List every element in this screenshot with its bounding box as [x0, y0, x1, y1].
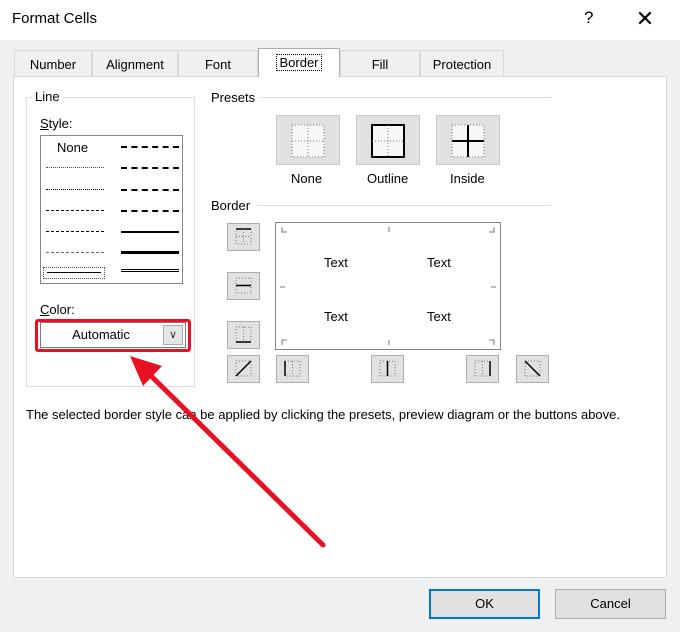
- border-center-button[interactable]: [371, 355, 404, 383]
- preset-none-button[interactable]: [276, 115, 340, 165]
- preset-none-label: None: [291, 171, 323, 186]
- style-dash-dot-option[interactable]: [46, 231, 104, 232]
- tab-number[interactable]: Number: [14, 50, 92, 77]
- style-medium-dash-dot-option[interactable]: [121, 189, 179, 191]
- border-bottom-button[interactable]: [227, 321, 260, 349]
- style-none-option[interactable]: None: [57, 140, 88, 155]
- border-left-icon: [284, 360, 301, 377]
- presets-label: Presets: [211, 90, 256, 105]
- style-dotted-option[interactable]: [46, 189, 104, 190]
- tab-label: Alignment: [106, 57, 164, 72]
- style-thick-option[interactable]: [121, 251, 179, 254]
- style-thin-selected-option[interactable]: [43, 267, 105, 279]
- style-medium-dashed-option[interactable]: [121, 210, 179, 212]
- cancel-button[interactable]: Cancel: [555, 589, 666, 619]
- border-top-icon: [235, 228, 252, 245]
- preview-text: Text: [324, 255, 348, 270]
- border-label: Border: [211, 198, 251, 213]
- tab-protection[interactable]: Protection: [420, 50, 504, 77]
- border-top-button[interactable]: [227, 223, 260, 251]
- tab-alignment[interactable]: Alignment: [92, 50, 178, 77]
- border-left-button[interactable]: [276, 355, 309, 383]
- preset-outline-button[interactable]: [356, 115, 420, 165]
- ok-button[interactable]: OK: [429, 589, 540, 619]
- tab-label: Number: [29, 57, 77, 72]
- border-inside-vertical-icon: [379, 360, 396, 377]
- style-thin-line: [47, 272, 101, 273]
- dialog-title: Format Cells: [12, 10, 98, 27]
- close-button[interactable]: ✕: [630, 6, 660, 32]
- preset-inside-label: Inside: [450, 171, 485, 186]
- tab-border[interactable]: Border: [258, 48, 340, 77]
- tab-label: Font: [204, 57, 231, 72]
- border-preview[interactable]: Text Text Text Text: [275, 222, 501, 350]
- preview-text: Text: [324, 309, 348, 324]
- tab-label: Protection: [432, 57, 492, 72]
- preset-inside-icon: [451, 124, 485, 158]
- color-label: Color:: [40, 302, 75, 317]
- tab-fill[interactable]: Fill: [340, 50, 420, 77]
- style-label: Style:: [40, 116, 73, 131]
- border-right-icon: [474, 360, 491, 377]
- preview-corner-marks: [280, 227, 496, 345]
- preset-outline-icon: [371, 124, 405, 158]
- style-dashed-option[interactable]: [46, 252, 104, 253]
- border-inside-horizontal-icon: [235, 277, 252, 294]
- title-bar: [0, 0, 680, 40]
- tab-font[interactable]: Font: [178, 50, 258, 77]
- preset-inside-button[interactable]: [436, 115, 500, 165]
- preset-none-icon: [291, 124, 325, 158]
- border-diagonal-up-button[interactable]: [227, 355, 260, 383]
- preview-text: Text: [427, 309, 451, 324]
- border-diagonal-down-button[interactable]: [516, 355, 549, 383]
- border-bottom-icon: [235, 326, 252, 343]
- border-middle-button[interactable]: [227, 272, 260, 300]
- line-group-label: Line: [32, 89, 63, 104]
- style-dash-dot-dot-option[interactable]: [46, 210, 104, 211]
- tab-label: Fill: [371, 57, 389, 72]
- diagonal-down-icon: [524, 360, 541, 377]
- style-double-option[interactable]: [121, 269, 179, 272]
- border-right-button[interactable]: [466, 355, 499, 383]
- border-divider: [257, 205, 551, 206]
- highlight-box: [35, 319, 191, 352]
- tab-label: Border: [276, 54, 322, 71]
- style-medium-dash-dot-dot-option[interactable]: [121, 146, 179, 148]
- style-slanted-dash-dot-option[interactable]: [121, 167, 179, 169]
- line-style-list[interactable]: None: [40, 135, 183, 284]
- presets-divider: [260, 97, 551, 98]
- style-hair-option[interactable]: [46, 167, 104, 168]
- help-button[interactable]: ?: [584, 8, 593, 28]
- help-text: The selected border style can be applied…: [26, 407, 621, 422]
- style-medium-option[interactable]: [121, 231, 179, 233]
- preset-outline-label: Outline: [367, 171, 409, 186]
- diagonal-up-icon: [235, 360, 252, 377]
- preview-text: Text: [427, 255, 451, 270]
